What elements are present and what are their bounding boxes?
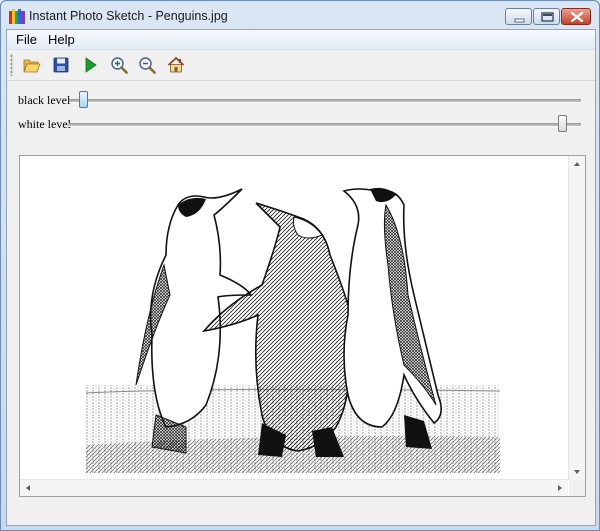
minimize-icon	[514, 18, 525, 23]
penguins-sketch-image	[86, 165, 500, 473]
play-icon[interactable]	[81, 56, 99, 74]
white-level-track[interactable]	[69, 123, 581, 127]
black-level-slider-thumb[interactable]	[79, 91, 88, 108]
menu-help[interactable]: Help	[48, 32, 75, 47]
white-level-slider-thumb[interactable]	[558, 115, 567, 132]
menu-bar: File Help	[7, 30, 595, 50]
toolbar-grip[interactable]	[10, 54, 13, 76]
image-view-panel[interactable]	[19, 155, 586, 497]
horizontal-scrollbar[interactable]	[20, 479, 568, 496]
scroll-down-icon[interactable]	[569, 464, 585, 480]
zoom-out-icon[interactable]	[138, 56, 156, 74]
home-icon[interactable]	[167, 56, 185, 74]
scroll-left-icon[interactable]	[20, 480, 36, 496]
black-level-track[interactable]	[69, 99, 581, 103]
scroll-right-icon[interactable]	[552, 480, 568, 496]
scrollbar-corner	[569, 480, 585, 496]
minimize-button[interactable]	[505, 8, 532, 25]
title-bar[interactable]: Instant Photo Sketch - Penguins.jpg	[1, 1, 599, 29]
client-area: File Help black level white level	[6, 29, 596, 526]
save-disk-icon[interactable]	[52, 56, 70, 74]
menu-file[interactable]: File	[16, 32, 37, 47]
close-icon	[570, 11, 584, 23]
white-level-row: white level	[7, 114, 595, 134]
window-title: Instant Photo Sketch - Penguins.jpg	[29, 9, 228, 23]
open-folder-icon[interactable]	[23, 56, 41, 74]
vertical-scrollbar[interactable]	[568, 156, 585, 480]
toolbar	[7, 50, 595, 81]
app-window: Instant Photo Sketch - Penguins.jpg File…	[0, 0, 600, 531]
restore-icon	[541, 12, 554, 22]
black-level-label: black level	[18, 93, 71, 107]
close-button[interactable]	[561, 8, 591, 25]
zoom-in-icon[interactable]	[110, 56, 128, 74]
black-level-row: black level	[7, 90, 595, 110]
scroll-up-icon[interactable]	[569, 156, 585, 172]
app-logo-icon	[9, 9, 25, 24]
white-level-label: white level	[18, 117, 71, 131]
maximize-button[interactable]	[533, 8, 560, 25]
